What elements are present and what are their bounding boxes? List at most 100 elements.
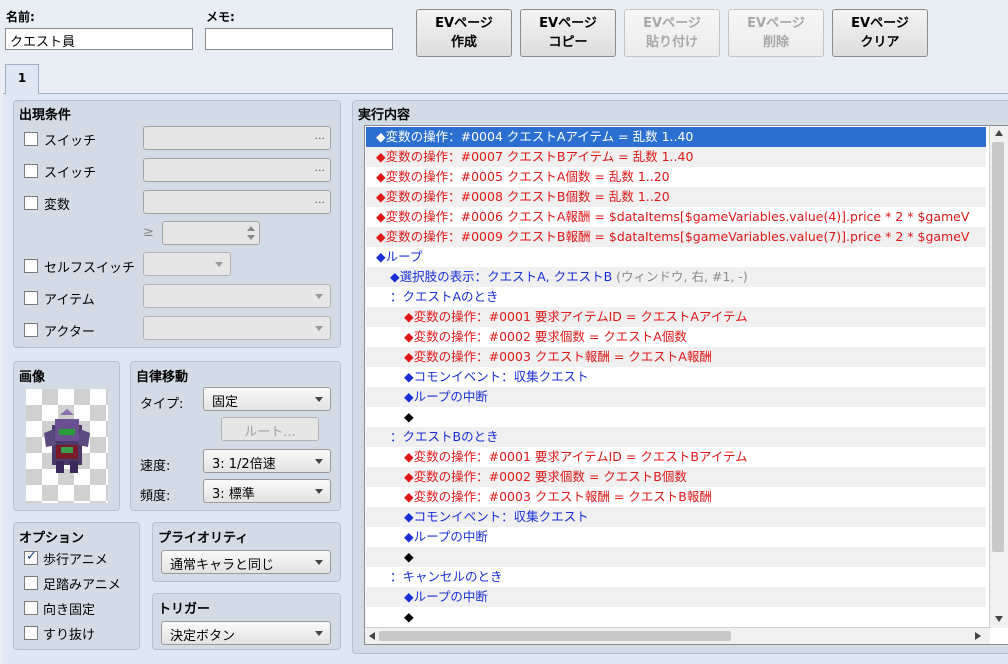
stepping-anim-checkbox[interactable] <box>24 576 38 590</box>
command-text: ◆変数の操作：#0007 クエストBアイテム = 乱数 1..40 <box>376 149 694 164</box>
create-page-line2: 作成 <box>450 35 477 50</box>
conditions-title: 出現条件 <box>19 108 72 123</box>
command-list[interactable]: ◆変数の操作：#0004 クエストAアイテム = 乱数 1..40 ◆変数の操作：… <box>364 125 1008 645</box>
horizontal-scroll-thumb[interactable] <box>379 631 731 641</box>
item-label: アイテム <box>44 293 95 308</box>
command-line[interactable]: ◆変数の操作：#0005 クエストA個数 = 乱数 1..20 <box>366 167 986 187</box>
memo-input[interactable] <box>205 28 393 50</box>
image-title: 画像 <box>19 370 46 385</box>
switch1-dots: ... <box>314 129 326 142</box>
command-text: ◆変数の操作：#0005 クエストA個数 = 乱数 1..20 <box>376 169 670 184</box>
command-text: ：クエストAのとき <box>390 289 499 304</box>
move-frequency-dropdown[interactable]: 3: 標準 <box>203 479 331 503</box>
command-line[interactable]: ◆ループの中断 <box>366 587 986 607</box>
command-line[interactable]: ：クエストBのとき <box>366 427 986 447</box>
command-line[interactable]: ◆コモンイベント：収集クエスト <box>366 507 986 527</box>
delete-page-line1: EVページ <box>747 16 805 31</box>
route-button[interactable]: ルート... <box>221 417 319 441</box>
chevron-down-icon <box>315 489 323 494</box>
switch1-field[interactable]: ... <box>143 126 331 150</box>
command-text: ◆ループの中断 <box>404 529 488 544</box>
command-line[interactable]: ◆変数の操作：#0007 クエストBアイテム = 乱数 1..40 <box>366 147 986 167</box>
command-line[interactable]: ◆ループ <box>366 247 986 267</box>
contents-title: 実行内容 <box>358 108 411 123</box>
command-line[interactable]: ◆変数の操作：#0003 クエスト報酬 = クエストA報酬 <box>366 347 986 367</box>
chevron-down-icon <box>315 326 323 331</box>
walking-anim-checkbox[interactable] <box>24 549 38 565</box>
clear-page-button[interactable]: EVページ クリア <box>832 9 928 57</box>
command-text: ：キャンセルのとき <box>390 569 503 584</box>
variable-checkbox[interactable] <box>24 196 38 210</box>
command-line[interactable]: ◆コモンイベント：収集クエスト <box>366 367 986 387</box>
name-input[interactable]: クエスト員 <box>5 28 193 50</box>
command-line[interactable]: ◆変数の操作：#0001 要求アイテムID = クエストAアイテム <box>366 307 986 327</box>
create-page-button[interactable]: EVページ 作成 <box>416 9 512 57</box>
switch2-field[interactable]: ... <box>143 158 331 182</box>
trigger-value: 決定ボタン <box>170 629 236 644</box>
delete-page-line2: 削除 <box>762 35 789 50</box>
move-speed-value: 3: 1/2倍速 <box>212 457 276 472</box>
command-line[interactable]: ◆ループの中断 <box>366 527 986 547</box>
switch1-label: スイッチ <box>44 134 97 149</box>
direction-fix-label: 向き固定 <box>43 603 96 618</box>
command-text: ◆ <box>404 609 414 624</box>
command-line[interactable]: ：クエストAのとき <box>366 287 986 307</box>
command-text: ◆コモンイベント：収集クエスト <box>404 369 589 384</box>
chevron-down-icon <box>315 631 323 636</box>
triangle-right-icon[interactable] <box>975 632 981 640</box>
contents-group: 実行内容 ◆変数の操作：#0004 クエストAアイテム = 乱数 1..40 ◆変… <box>352 100 1008 654</box>
command-line[interactable]: ◆ <box>366 547 986 567</box>
conditions-group: 出現条件 スイッチ ... スイッチ ... 変数 ... ≥ セルフスイッチ … <box>13 100 341 348</box>
command-line[interactable]: ◆変数の操作：#0002 要求個数 = クエストA個数 <box>366 327 986 347</box>
item-dropdown[interactable] <box>143 284 331 308</box>
switch1-checkbox[interactable] <box>24 132 38 146</box>
variable-value-spinner[interactable] <box>162 221 260 245</box>
command-line[interactable]: ：キャンセルのとき <box>366 567 986 587</box>
copy-page-button[interactable]: EVページ コピー <box>520 9 616 57</box>
chevron-down-icon <box>315 397 323 402</box>
command-line[interactable]: ◆変数の操作：#0004 クエストAアイテム = 乱数 1..40 <box>366 127 986 147</box>
actor-dropdown[interactable] <box>143 316 331 340</box>
command-line[interactable]: ◆選択肢の表示：クエストA, クエストB (ウィンドウ, 右, #1, -) <box>366 267 986 287</box>
command-text: ◆ <box>404 549 414 564</box>
horizontal-scrollbar[interactable] <box>365 627 990 644</box>
through-checkbox[interactable] <box>24 626 38 640</box>
command-text: ◆変数の操作：#0002 要求個数 = クエストA個数 <box>404 329 687 344</box>
command-line[interactable]: ◆ <box>366 607 986 627</box>
self-switch-dropdown[interactable] <box>143 252 231 276</box>
move-speed-dropdown[interactable]: 3: 1/2倍速 <box>203 449 331 473</box>
command-line[interactable]: ◆変数の操作：#0003 クエスト報酬 = クエストB報酬 <box>366 487 986 507</box>
move-speed-label: 速度: <box>140 459 171 474</box>
command-line[interactable]: ◆変数の操作：#0002 要求個数 = クエストB個数 <box>366 467 986 487</box>
paste-page-line2: 貼り付け <box>645 35 698 50</box>
command-line[interactable]: ◆ループの中断 <box>366 387 986 407</box>
command-line[interactable]: ◆変数の操作：#0009 クエストB報酬 = $dataItems[$gameV… <box>366 227 986 247</box>
command-text: ◆変数の操作：#0001 要求アイテムID = クエストAアイテム <box>404 309 748 324</box>
vertical-scroll-thumb[interactable] <box>992 142 1004 552</box>
create-page-line1: EVページ <box>435 16 493 31</box>
variable-field[interactable]: ... <box>143 190 331 214</box>
item-checkbox[interactable] <box>24 291 38 305</box>
triangle-left-icon[interactable] <box>369 632 375 640</box>
triangle-up-icon[interactable] <box>995 130 1003 136</box>
command-line[interactable]: ◆ <box>366 407 986 427</box>
switch2-dots: ... <box>314 161 326 174</box>
priority-dropdown[interactable]: 通常キャラと同じ <box>161 550 331 574</box>
switch2-checkbox[interactable] <box>24 164 38 178</box>
self-switch-label: セルフスイッチ <box>44 261 136 276</box>
character-image[interactable] <box>26 389 108 503</box>
command-line[interactable]: ◆変数の操作：#0001 要求アイテムID = クエストBアイテム <box>366 447 986 467</box>
direction-fix-checkbox[interactable] <box>24 601 38 615</box>
actor-checkbox[interactable] <box>24 323 38 337</box>
command-line[interactable]: ◆変数の操作：#0008 クエストB個数 = 乱数 1..20 <box>366 187 986 207</box>
delete-page-button[interactable]: EVページ 削除 <box>728 9 824 57</box>
command-line[interactable]: ◆変数の操作：#0006 クエストA報酬 = $dataItems[$gameV… <box>366 207 986 227</box>
self-switch-checkbox[interactable] <box>24 259 38 273</box>
triangle-down-icon[interactable] <box>995 616 1003 622</box>
command-text: ◆選択肢の表示：クエストA, クエストB <box>390 269 613 284</box>
move-type-dropdown[interactable]: 固定 <box>203 387 331 411</box>
trigger-dropdown[interactable]: 決定ボタン <box>161 621 331 645</box>
paste-page-button[interactable]: EVページ 貼り付け <box>624 9 720 57</box>
tab-page-1[interactable]: 1 <box>5 64 39 94</box>
vertical-scrollbar[interactable] <box>989 126 1008 628</box>
